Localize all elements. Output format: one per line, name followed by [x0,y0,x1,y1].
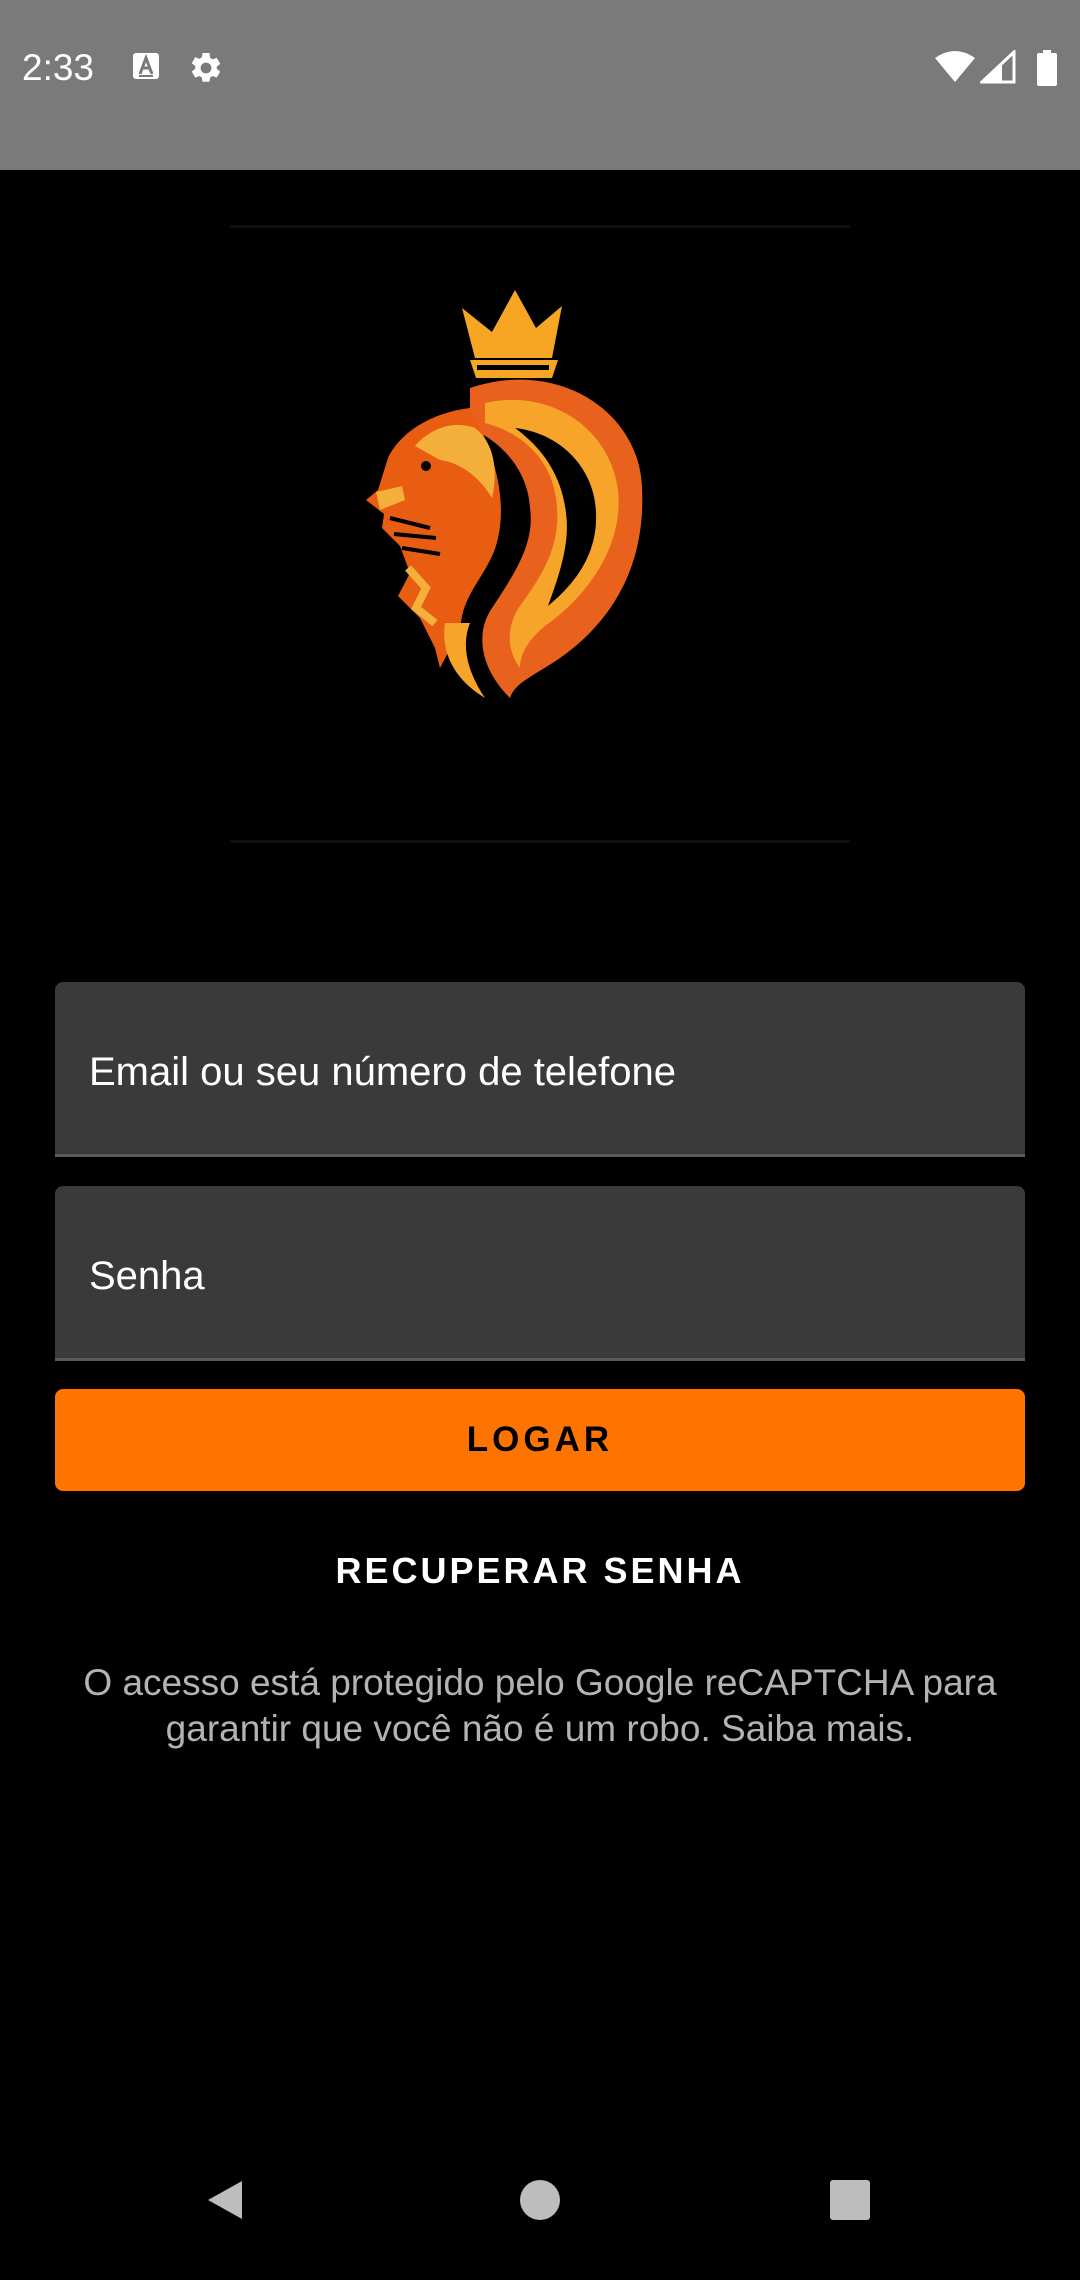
password-input[interactable] [89,1246,989,1306]
recover-password-button[interactable]: RECUPERAR SENHA [0,1545,1080,1597]
login-button[interactable]: LOGAR [55,1389,1025,1491]
crowned-lion-logo [230,225,850,843]
email-input[interactable] [89,1042,989,1102]
password-field[interactable] [55,1186,1025,1361]
status-time: 2:33 [22,47,95,88]
recaptcha-notice: O acesso está protegido pelo Google reCA… [83,1662,997,1749]
navigation-bar [0,2130,1080,2280]
home-icon[interactable] [515,2175,565,2230]
battery-icon [1036,50,1058,91]
wifi-icon [934,50,976,89]
signal-icon [978,48,1016,89]
gear-icon [188,50,224,91]
back-icon[interactable] [200,2175,250,2230]
crown-icon [462,290,562,378]
email-field[interactable] [55,982,1025,1157]
text-a-icon [130,50,162,87]
status-bar: 2:33 [0,0,1080,170]
recents-icon[interactable] [825,2175,875,2230]
